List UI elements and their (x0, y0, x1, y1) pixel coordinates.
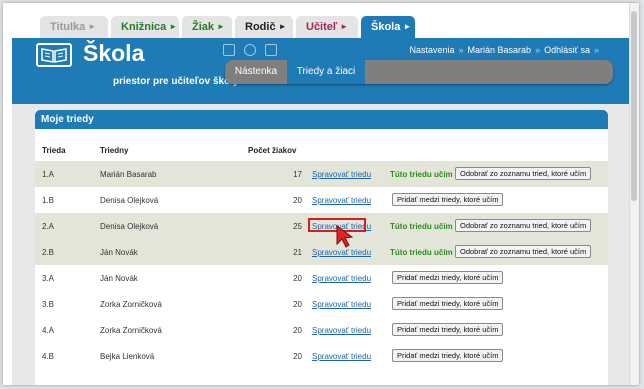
table-row: 1.A Marián Basarab 17 Spravovať triedu T… (35, 161, 608, 187)
tab-arrow-icon: ► (88, 22, 97, 31)
class-name: 3.B (42, 300, 55, 309)
table-row: 4.A Zorka Zorničková 20 Spravovať triedu… (35, 317, 608, 343)
tab-ucitel[interactable]: Učiteľ ► (296, 16, 358, 38)
student-count: 20 (293, 274, 302, 283)
cursor-arrow-icon (336, 225, 354, 248)
class-name: 2.A (42, 222, 55, 231)
tab-rodic[interactable]: Rodič ► (235, 16, 293, 38)
tab-label: Titulka (50, 21, 86, 33)
tab-skola[interactable]: Škola ► (361, 16, 415, 38)
app-header: Škola priestor pre učiteľov školy Nastav… (12, 38, 630, 104)
table-row: 2.B Ján Novák 21 Spravovať triedu Túto t… (35, 239, 608, 265)
manage-class-link[interactable]: Spravovať triedu (312, 326, 371, 335)
table-row: 2.A Denisa Olejková 25 Spravovať triedu … (35, 213, 608, 239)
teacher-name: Ján Novák (100, 248, 138, 257)
column-header-class: Trieda (42, 146, 66, 155)
column-header-count: Počet žiakov (248, 146, 297, 155)
class-name: 1.A (42, 170, 55, 179)
tab-label: Škola (371, 21, 401, 33)
add-class-button[interactable]: Pridať medzi triedy, ktoré učím (392, 271, 504, 284)
tab-arrow-icon: ► (278, 22, 287, 31)
class-name: 4.A (42, 326, 55, 335)
user-link[interactable]: Marián Basarab (468, 45, 532, 55)
class-name: 1.B (42, 196, 55, 205)
mail-icon[interactable] (265, 44, 277, 56)
tab-ziak[interactable]: Žiak ► (182, 16, 232, 38)
tab-label: Učiteľ (306, 21, 338, 33)
remove-class-button[interactable]: Odobrať zo zoznamu tried, ktoré učím (455, 245, 592, 258)
header-links: Nastavenia» Marián Basarab» Odhlásiť sa» (409, 45, 603, 55)
table-row: 4.B Bejka Lienková 20 Spravovať triedu P… (35, 343, 608, 369)
tab-label: Knižnica (121, 21, 167, 33)
app-subtitle: priestor pre učiteľov školy (113, 76, 239, 87)
book-logo-icon (36, 43, 72, 67)
add-class-button[interactable]: Pridať medzi triedy, ktoré učím (392, 193, 504, 206)
table-row: 3.A Ján Novák 20 Spravovať triedu Pridať… (35, 265, 608, 291)
remove-class-button[interactable]: Odobrať zo zoznamu tried, ktoré učím (455, 167, 592, 180)
add-class-button[interactable]: Pridať medzi triedy, ktoré učím (392, 349, 504, 362)
manage-class-link[interactable]: Spravovať triedu (312, 196, 371, 205)
classes-panel: Moje triedy Trieda Triedny Počet žiakov … (35, 110, 608, 385)
tab-arrow-icon: ► (217, 22, 225, 31)
teaching-status: Túto triedu učím (390, 248, 453, 257)
logout-link[interactable]: Odhlásiť sa (544, 45, 590, 55)
teacher-name: Denisa Olejková (100, 222, 159, 231)
app-title: Škola (83, 40, 145, 66)
tab-arrow-icon: ► (403, 22, 412, 31)
tab-label: Rodič (245, 21, 276, 33)
help-icon[interactable] (244, 44, 256, 56)
separator-icon: » (458, 45, 464, 55)
class-name: 2.B (42, 248, 55, 257)
table-row: 1.B Denisa Olejková 20 Spravovať triedu … (35, 187, 608, 213)
student-count: 21 (293, 248, 302, 257)
student-count: 20 (293, 300, 302, 309)
manage-class-link[interactable]: Spravovať triedu (312, 170, 371, 179)
teacher-name: Denisa Olejková (100, 196, 159, 205)
student-count: 20 (293, 196, 302, 205)
tab-titulka[interactable]: Titulka ► (40, 16, 108, 38)
class-name: 3.A (42, 274, 55, 283)
separator-icon: » (593, 45, 599, 55)
settings-link[interactable]: Nastavenia (409, 45, 454, 55)
column-header-teacher: Triedny (100, 146, 129, 155)
class-name: 4.B (42, 352, 55, 361)
browser-viewport: Titulka ► Knižnica ► Žiak ► Rodič ► Učiteľ ► … (3, 3, 639, 385)
manage-class-link[interactable]: Spravovať triedu (312, 300, 371, 309)
teacher-name: Ján Novák (100, 274, 138, 283)
tab-arrow-icon: ► (340, 22, 349, 31)
manage-class-link[interactable]: Spravovať triedu (312, 274, 371, 283)
student-count: 25 (293, 222, 302, 231)
section-title: Moje triedy (35, 110, 608, 129)
subnav-nastenka[interactable]: Nástenka (225, 60, 287, 84)
tab-label: Žiak (192, 21, 215, 33)
add-class-button[interactable]: Pridať medzi triedy, ktoré učím (392, 297, 504, 310)
tab-kniznica[interactable]: Knižnica ► (111, 16, 179, 38)
student-count: 17 (293, 170, 302, 179)
subnav-triedy-a-ziaci[interactable]: Triedy a žiaci (287, 60, 365, 84)
teaching-status: Túto triedu učím (390, 222, 453, 231)
sub-navigation: Nástenka Triedy a žiaci (225, 60, 613, 84)
student-count: 20 (293, 352, 302, 361)
monitor-icon[interactable] (223, 44, 235, 56)
main-content: Moje triedy Trieda Triedny Počet žiakov … (12, 104, 630, 385)
remove-class-button[interactable]: Odobrať zo zoznamu tried, ktoré učím (455, 219, 592, 232)
add-class-button[interactable]: Pridať medzi triedy, ktoré učím (392, 323, 504, 336)
teacher-name: Marián Basarab (100, 170, 157, 179)
student-count: 20 (293, 326, 302, 335)
teaching-status: Túto triedu učím (390, 170, 453, 179)
tab-arrow-icon: ► (169, 22, 178, 31)
teacher-name: Zorka Zorničková (100, 300, 162, 309)
vertical-scrollbar[interactable] (629, 3, 639, 385)
book-icon (41, 48, 67, 63)
scrollbar-thumb[interactable] (631, 11, 637, 201)
teacher-name: Bejka Lienková (100, 352, 155, 361)
top-tabs: Titulka ► Knižnica ► Žiak ► Rodič ► Učiteľ ► … (3, 3, 639, 38)
manage-class-link[interactable]: Spravovať triedu (312, 352, 371, 361)
separator-icon: » (535, 45, 541, 55)
teacher-name: Zorka Zorničková (100, 326, 162, 335)
table-row: 3.B Zorka Zorničková 20 Spravovať triedu… (35, 291, 608, 317)
